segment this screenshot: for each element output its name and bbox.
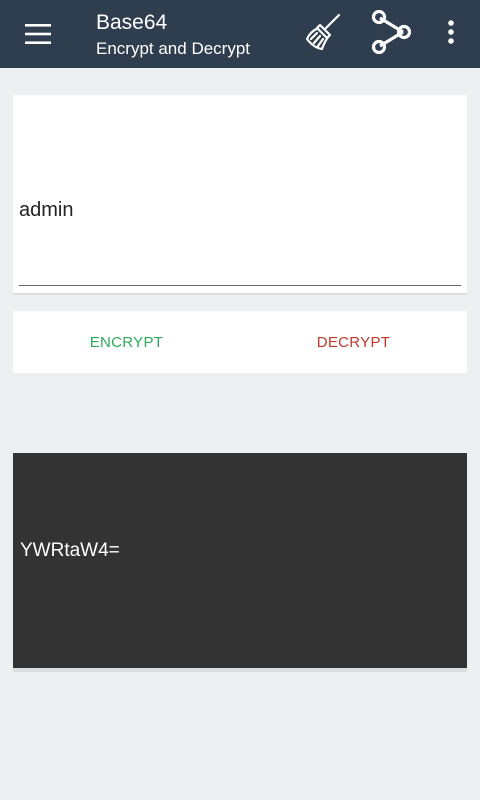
text-input[interactable] xyxy=(19,195,461,225)
clear-button[interactable] xyxy=(296,4,352,60)
more-vert-icon xyxy=(448,20,454,44)
app-bar: Base64 Encrypt and Decrypt xyxy=(0,0,480,68)
overflow-menu-button[interactable] xyxy=(430,4,472,60)
broom-icon xyxy=(305,13,341,51)
decrypt-button[interactable]: DECRYPT xyxy=(240,311,467,373)
app-subtitle: Encrypt and Decrypt xyxy=(96,39,251,58)
output-text: YWRtaW4= xyxy=(20,540,120,561)
output-card: YWRtaW4= xyxy=(13,453,467,668)
hamburger-menu-icon xyxy=(25,24,51,44)
input-underline xyxy=(19,285,461,286)
share-icon xyxy=(371,10,412,54)
encrypt-button[interactable]: ENCRYPT xyxy=(13,311,240,373)
input-card xyxy=(13,95,467,293)
title-block: Base64 Encrypt and Decrypt xyxy=(96,10,250,60)
action-button-card: ENCRYPT DECRYPT xyxy=(13,311,467,373)
share-button[interactable] xyxy=(364,4,420,60)
menu-button[interactable] xyxy=(12,8,64,60)
app-title: Base64 xyxy=(96,11,168,34)
